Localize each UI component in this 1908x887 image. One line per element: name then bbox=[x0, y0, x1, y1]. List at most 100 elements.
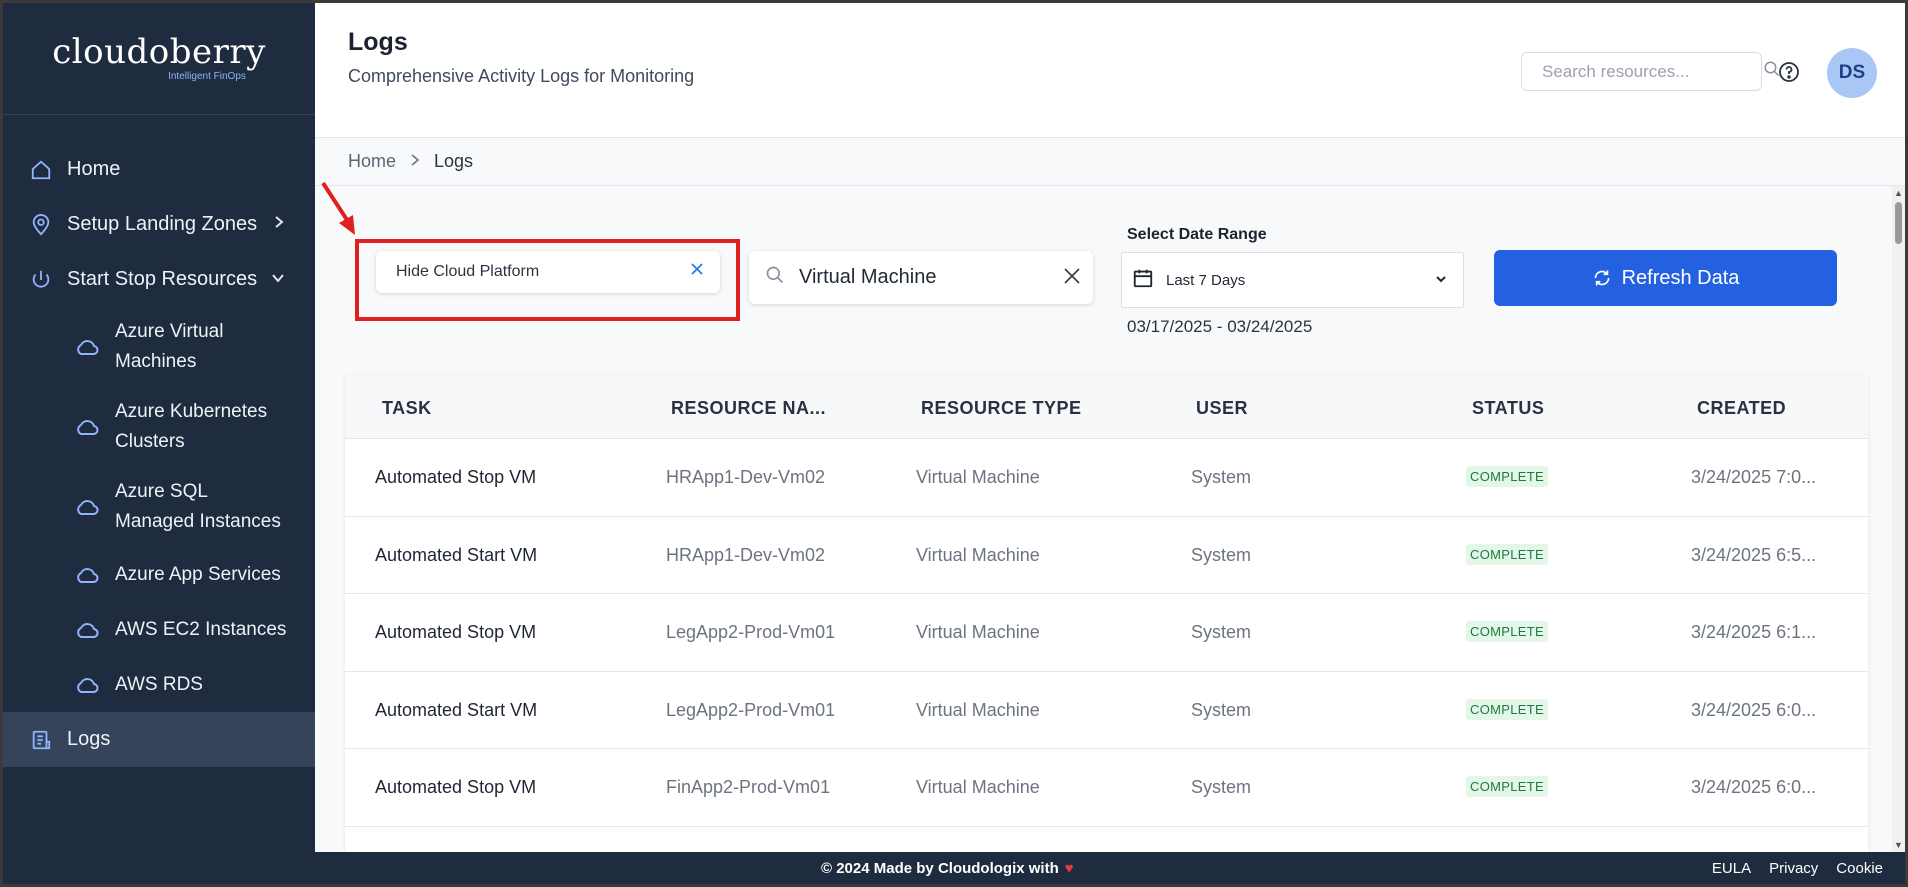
cell-task: Automated Start VM bbox=[375, 544, 538, 565]
refresh-data-label: Refresh Data bbox=[1621, 266, 1740, 289]
footer-link-eula[interactable]: EULA bbox=[1712, 860, 1751, 877]
chevron-right-icon bbox=[273, 213, 285, 234]
page-footer: © 2024 Made by Cloudologix with ♥ EULA Pr… bbox=[3, 852, 1905, 884]
column-header-resource-type[interactable]: RESOURCE TYPE bbox=[921, 398, 1082, 419]
footer-link-privacy[interactable]: Privacy bbox=[1769, 860, 1818, 877]
cell-created: 3/24/2025 6:5... bbox=[1691, 544, 1817, 565]
page-subtitle: Comprehensive Activity Logs for Monitori… bbox=[348, 66, 695, 86]
cell-created: 3/24/2025 6:1... bbox=[1691, 622, 1817, 642]
footer-link-cookie[interactable]: Cookie bbox=[1836, 860, 1883, 877]
status-badge: COMPLETE bbox=[1466, 466, 1548, 487]
annotation-arrow-icon bbox=[321, 181, 355, 235]
column-header-resource-name[interactable]: RESOURCE NA... bbox=[671, 398, 826, 419]
cell-resource-name: LegApp2-Prod-Vm01 bbox=[666, 699, 836, 720]
close-icon[interactable] bbox=[690, 260, 704, 281]
table-row[interactable]: Automated Stop VM LegApp2-Prod-Vm01 Virt… bbox=[345, 594, 1868, 672]
column-header-task[interactable]: TASK bbox=[382, 398, 432, 419]
chevron-down-icon bbox=[271, 268, 285, 289]
brand-name: cloudoberry bbox=[52, 32, 266, 72]
date-range-selected: Last 7 Days bbox=[1166, 271, 1246, 289]
sidebar-subitem-azure-sql-managed-instances[interactable]: Azure SQL Managed Instances bbox=[3, 467, 315, 547]
sidebar-subitem-azure-virtual-machines[interactable]: Azure Virtual Machines bbox=[3, 307, 315, 387]
cell-created: 3/24/2025 7:0... bbox=[1691, 467, 1817, 487]
date-range-select[interactable]: Last 7 Days bbox=[1121, 252, 1464, 308]
resource-type-search-value[interactable]: Virtual Machine bbox=[799, 266, 936, 289]
page-title: Logs bbox=[348, 28, 408, 56]
sidebar-subitem-label: Azure App Services bbox=[115, 563, 281, 585]
sidebar-item-label: Start Stop Resources bbox=[67, 268, 258, 290]
refresh-icon bbox=[1592, 268, 1612, 288]
cell-user: System bbox=[1191, 467, 1252, 487]
scroll-up-icon[interactable]: ▲ bbox=[1894, 188, 1903, 198]
logs-table: TASK RESOURCE NA... RESOURCE TYPE USER S… bbox=[345, 375, 1868, 852]
help-icon[interactable] bbox=[1777, 60, 1801, 89]
cloud-icon bbox=[75, 418, 101, 436]
status-badge: COMPLETE bbox=[1466, 776, 1548, 797]
sidebar-subitem-azure-app-services[interactable]: Azure App Services bbox=[3, 547, 315, 602]
breadcrumb-current: Logs bbox=[434, 151, 474, 171]
chevron-down-icon bbox=[1435, 271, 1447, 288]
copyright-text: © 2024 Made by Cloudologix with bbox=[821, 860, 1059, 877]
column-header-status[interactable]: STATUS bbox=[1472, 398, 1544, 419]
table-header: TASK RESOURCE NA... RESOURCE TYPE USER S… bbox=[345, 375, 1868, 439]
cell-task: Automated Stop VM bbox=[375, 467, 537, 487]
cell-user: System bbox=[1191, 699, 1252, 720]
breadcrumb-home[interactable]: Home bbox=[348, 151, 396, 172]
scrollbar-thumb[interactable] bbox=[1895, 202, 1902, 244]
sidebar-item-label: Setup Landing Zones bbox=[67, 213, 258, 235]
power-icon bbox=[29, 268, 53, 292]
table-row[interactable]: Automated Stop VM HRApp1-Dev-Vm02 Virtua… bbox=[345, 439, 1868, 517]
page-header: Logs Comprehensive Activity Logs for Mon… bbox=[315, 3, 1905, 138]
cell-resource-name: HRApp1-Dev-Vm02 bbox=[666, 467, 826, 487]
sidebar-item-label: Home bbox=[67, 158, 121, 180]
status-badge: COMPLETE bbox=[1466, 543, 1548, 565]
brand-logo[interactable]: cloudoberry Intelligent FinOps bbox=[3, 3, 315, 115]
sidebar-item-start-stop-resources[interactable]: Start Stop Resources bbox=[3, 252, 315, 307]
sidebar-nav: Home Setup Landing Zones Start Stop Reso… bbox=[3, 115, 315, 767]
sidebar-subitem-azure-kubernetes-clusters[interactable]: Azure Kubernetes Clusters bbox=[3, 387, 315, 467]
cloud-icon bbox=[75, 498, 101, 516]
sidebar-subitem-label: Azure Virtual Machines bbox=[115, 321, 224, 372]
footer-links: EULA Privacy Cookie bbox=[1712, 860, 1883, 877]
global-search[interactable] bbox=[1521, 52, 1780, 91]
vertical-scrollbar[interactable]: ▲ ▼ bbox=[1892, 186, 1905, 852]
sidebar-subitem-aws-ec2-instances[interactable]: AWS EC2 Instances bbox=[3, 602, 315, 657]
sidebar-item-logs[interactable]: Logs bbox=[3, 712, 315, 767]
cloud-platform-filter-chip[interactable]: Hide Cloud Platform bbox=[376, 251, 720, 293]
column-header-user[interactable]: USER bbox=[1196, 398, 1248, 419]
sidebar-item-setup-landing-zones[interactable]: Setup Landing Zones bbox=[3, 197, 315, 252]
sidebar-item-home[interactable]: Home bbox=[3, 142, 315, 197]
cell-resource-type: Virtual Machine bbox=[916, 467, 1040, 487]
chip-label: Hide Cloud Platform bbox=[396, 263, 540, 280]
search-input[interactable] bbox=[1542, 61, 1763, 82]
sidebar-subitem-aws-rds[interactable]: AWS RDS bbox=[3, 657, 315, 712]
cloud-icon bbox=[75, 566, 101, 584]
sidebar-subitem-label: AWS EC2 Instances bbox=[115, 618, 287, 640]
table-row[interactable]: Automated Start VM HRApp1-Dev-Vm02 Virtu… bbox=[345, 517, 1868, 594]
cell-created: 3/24/2025 6:0... bbox=[1691, 699, 1817, 720]
avatar[interactable]: DS bbox=[1827, 48, 1877, 98]
sidebar-item-label: Logs bbox=[67, 728, 111, 750]
cloud-icon bbox=[75, 676, 101, 694]
cell-resource-type: Virtual Machine bbox=[916, 622, 1040, 642]
refresh-data-button[interactable]: Refresh Data bbox=[1494, 250, 1837, 306]
cloud-icon bbox=[75, 338, 101, 356]
table-row[interactable]: Automated Stop VM FinApp2-Prod-Vm01 Virt… bbox=[345, 749, 1868, 827]
resource-type-search[interactable]: Virtual Machine bbox=[749, 251, 1093, 304]
heart-icon: ♥ bbox=[1064, 860, 1074, 877]
sidebar: cloudoberry Intelligent FinOps Home Setu… bbox=[3, 3, 315, 852]
sidebar-subitem-label: Azure SQL Managed Instances bbox=[115, 481, 281, 532]
scroll-down-icon[interactable]: ▼ bbox=[1894, 840, 1903, 850]
cell-resource-type: Virtual Machine bbox=[916, 544, 1040, 565]
location-pin-icon bbox=[29, 213, 53, 237]
column-header-created[interactable]: CREATED bbox=[1697, 398, 1786, 419]
table-row[interactable]: Automated Start VM LegApp2-Prod-Vm01 Vir… bbox=[345, 672, 1868, 749]
calendar-icon bbox=[1132, 267, 1154, 293]
sidebar-subitem-label: AWS RDS bbox=[115, 673, 203, 695]
cell-resource-name: FinApp2-Prod-Vm01 bbox=[666, 777, 831, 797]
date-range-label: Select Date Range bbox=[1127, 226, 1267, 243]
cell-resource-name: HRApp1-Dev-Vm02 bbox=[666, 544, 826, 565]
clear-icon[interactable] bbox=[1061, 265, 1083, 292]
cell-task: Automated Stop VM bbox=[375, 622, 537, 642]
cell-user: System bbox=[1191, 777, 1252, 797]
